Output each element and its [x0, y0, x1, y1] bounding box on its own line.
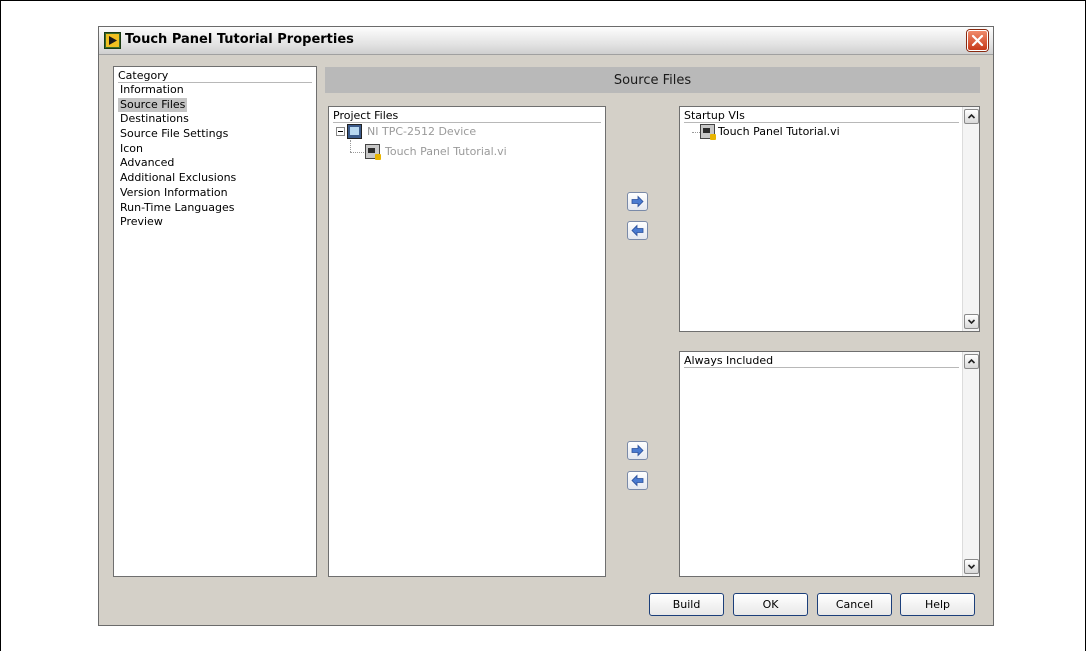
- project-files-tree[interactable]: Project Files NI TPC-2512 Device Touch P…: [328, 106, 606, 577]
- category-list: Information Source Files Destinations So…: [118, 83, 238, 230]
- close-icon: [971, 34, 984, 47]
- close-button[interactable]: [967, 30, 988, 51]
- add-always-included-button[interactable]: [627, 441, 648, 460]
- scroll-up-icon: [967, 113, 976, 119]
- category-item-source-file-settings[interactable]: Source File Settings: [118, 127, 238, 142]
- project-files-header: Project Files: [333, 109, 601, 123]
- startup-vi-item[interactable]: Touch Panel Tutorial.vi: [718, 125, 840, 138]
- window-title: Touch Panel Tutorial Properties: [125, 32, 354, 47]
- category-item-advanced[interactable]: Advanced: [118, 156, 238, 171]
- page-border-top: [0, 0, 1086, 1]
- tree-line: [350, 152, 364, 153]
- labview-project-icon: [104, 32, 121, 49]
- arrow-right-icon: [631, 444, 644, 457]
- tree-item-device[interactable]: NI TPC-2512 Device: [367, 125, 476, 138]
- ok-button[interactable]: OK: [733, 593, 808, 616]
- scroll-down-icon: [967, 564, 976, 570]
- build-button[interactable]: Build: [649, 593, 724, 616]
- add-startup-vi-button[interactable]: [627, 192, 648, 211]
- category-list-panel[interactable]: Category Information Source Files Destin…: [113, 66, 317, 577]
- startup-vis-header: Startup VIs: [684, 109, 959, 123]
- category-item-additional-exclusions[interactable]: Additional Exclusions: [118, 171, 238, 186]
- remove-always-included-button[interactable]: [627, 471, 648, 490]
- section-header: Source Files: [325, 67, 980, 93]
- category-item-preview[interactable]: Preview: [118, 215, 238, 230]
- cancel-button[interactable]: Cancel: [817, 593, 892, 616]
- always-included-scrollbar[interactable]: [962, 352, 979, 576]
- touch-panel-device-icon: [347, 124, 362, 139]
- category-header: Category: [118, 69, 312, 83]
- remove-startup-vi-button[interactable]: [627, 221, 648, 240]
- collapse-toggle[interactable]: [336, 127, 345, 136]
- category-item-destinations[interactable]: Destinations: [118, 112, 238, 127]
- properties-dialog: Touch Panel Tutorial Properties Category…: [98, 26, 994, 626]
- tree-item-vi[interactable]: Touch Panel Tutorial.vi: [385, 145, 507, 158]
- scroll-down-button[interactable]: [964, 314, 979, 329]
- title-bar[interactable]: Touch Panel Tutorial Properties: [99, 27, 993, 55]
- always-included-header: Always Included: [684, 354, 959, 368]
- category-item-source-files[interactable]: Source Files: [118, 97, 188, 113]
- startup-vis-scrollbar[interactable]: [962, 107, 979, 331]
- category-item-information[interactable]: Information: [118, 83, 238, 98]
- arrow-left-icon: [631, 224, 644, 237]
- category-item-version-information[interactable]: Version Information: [118, 186, 238, 201]
- scroll-down-icon: [967, 319, 976, 325]
- scroll-up-button[interactable]: [964, 109, 979, 124]
- category-item-icon[interactable]: Icon: [118, 142, 238, 157]
- tree-line: [350, 140, 351, 152]
- scroll-up-icon: [967, 358, 976, 364]
- vi-file-icon: [365, 144, 381, 160]
- arrow-right-icon: [631, 195, 644, 208]
- startup-vis-list[interactable]: Startup VIs Touch Panel Tutorial.vi: [679, 106, 980, 332]
- always-included-list[interactable]: Always Included: [679, 351, 980, 577]
- page-border-left: [0, 0, 1, 651]
- scroll-up-button[interactable]: [964, 354, 979, 369]
- section-title: Source Files: [613, 73, 692, 88]
- vi-file-icon: [700, 124, 716, 140]
- help-button[interactable]: Help: [900, 593, 975, 616]
- category-item-run-time-languages[interactable]: Run-Time Languages: [118, 201, 238, 216]
- tree-line: [692, 132, 700, 133]
- arrow-left-icon: [631, 474, 644, 487]
- scroll-down-button[interactable]: [964, 559, 979, 574]
